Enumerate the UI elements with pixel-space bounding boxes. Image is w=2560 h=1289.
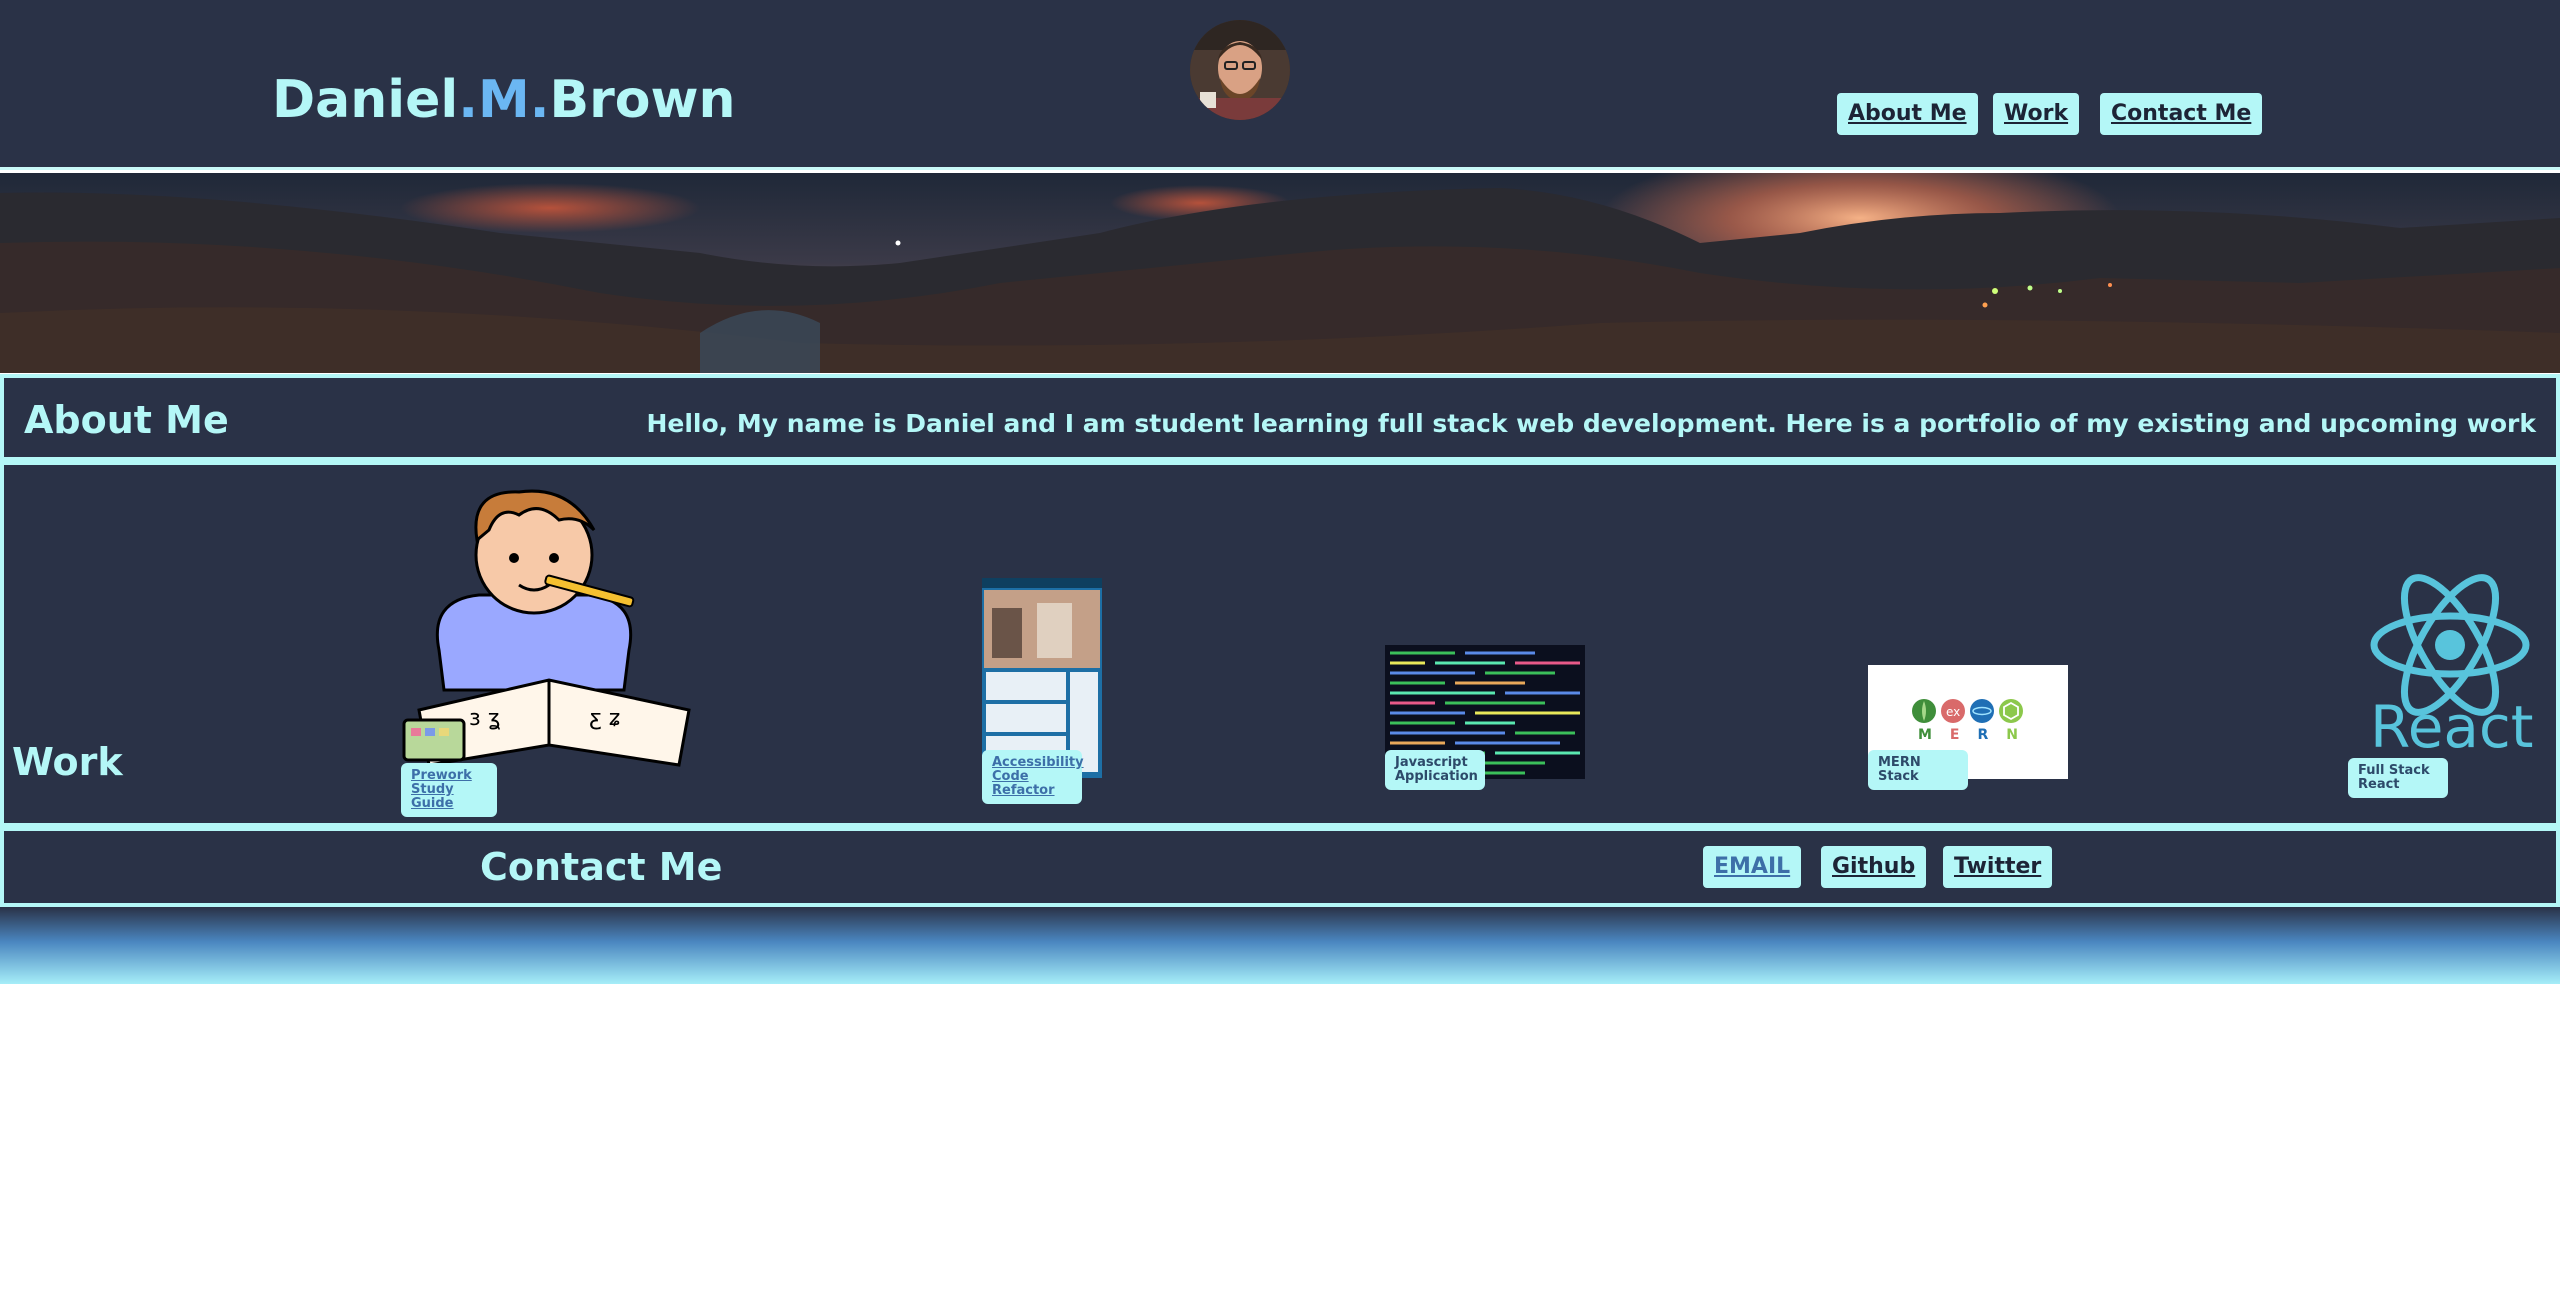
project-label[interactable]: Javascript Application — [1385, 750, 1485, 790]
nav-contact-button[interactable]: Contact Me — [2100, 93, 2263, 135]
svg-text:ƹ ʑ: ƹ ʑ — [589, 706, 620, 731]
footer-gradient — [0, 907, 2560, 984]
work-heading: Work — [12, 740, 123, 784]
about-heading: About Me — [24, 398, 229, 442]
project-label[interactable]: Full Stack React — [2348, 758, 2448, 798]
about-section: About Me Hello, My name is Daniel and I … — [0, 374, 2560, 461]
project-card-mern[interactable]: ex M E R N MERN Stack — [1868, 665, 2068, 790]
mern-letters: M E R N — [1917, 727, 2018, 743]
project-label[interactable]: Prework Study Guide — [401, 763, 497, 817]
twitter-link[interactable]: Twitter — [1943, 846, 2053, 888]
accessibility-site-thumbnail — [982, 578, 1102, 778]
project-card-react[interactable]: React Full Stack React — [2348, 570, 2548, 798]
about-text: Hello, My name is Daniel and I am studen… — [646, 409, 2536, 438]
studying-boy-illustration: ɜ ʓ ƹ ʑ — [402, 489, 691, 767]
svg-text:ɜ ʓ: ɜ ʓ — [469, 706, 501, 731]
hero-banner-image — [0, 173, 2560, 373]
nav-about-button[interactable]: About Me — [1837, 93, 1978, 135]
profile-avatar — [1190, 20, 1290, 120]
contact-heading: Contact Me — [480, 845, 723, 889]
work-section: Work ɜ ʓ ƹ ʑ Prework Study Guide Accessi… — [0, 461, 2560, 827]
site-logo: Daniel.M.Brown — [272, 70, 736, 130]
svg-text:ex: ex — [1946, 705, 1960, 719]
nav-work-button[interactable]: Work — [1993, 93, 2080, 135]
project-label[interactable]: MERN Stack — [1868, 750, 1968, 790]
project-card-javascript[interactable]: Javascript Application — [1385, 645, 1585, 790]
contact-section: Contact Me EMAIL Github Twitter — [0, 827, 2560, 907]
project-label[interactable]: Accessibility Code Refactor — [982, 750, 1084, 804]
email-link[interactable]: EMAIL — [1703, 846, 1802, 888]
project-card-prework[interactable]: ɜ ʓ ƹ ʑ Prework Study Guide — [399, 480, 709, 817]
github-link[interactable]: Github — [1821, 846, 1927, 888]
site-header: Daniel.M.Brown About Me Work Contact Me — [0, 0, 2560, 170]
project-card-accessibility[interactable]: Accessibility Code Refactor — [982, 578, 1102, 804]
react-wordmark: React — [2370, 693, 2534, 761]
